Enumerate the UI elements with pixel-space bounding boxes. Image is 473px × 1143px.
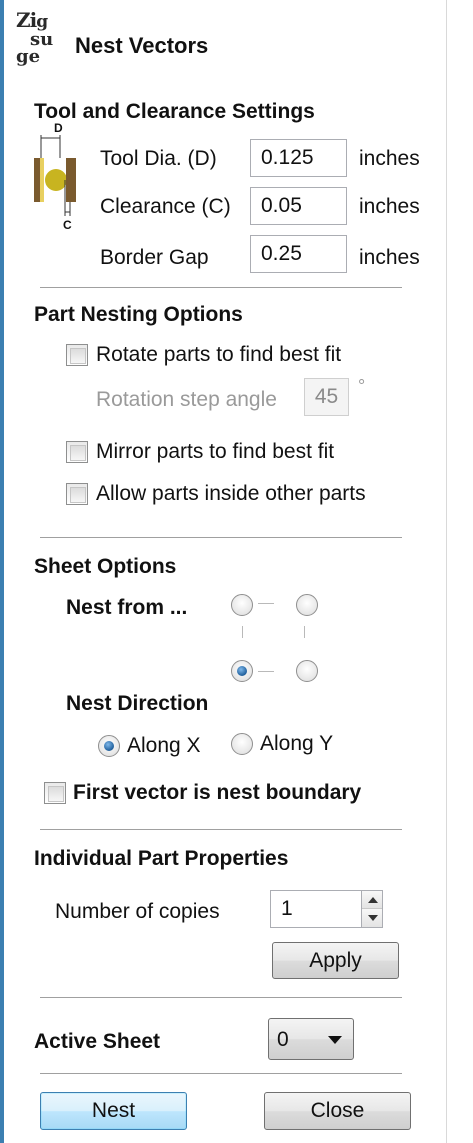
separator (40, 829, 402, 830)
border-gap-input[interactable]: 0.25 (250, 235, 347, 273)
chevron-down-icon (368, 915, 378, 921)
first-vector-checkbox[interactable] (44, 782, 66, 804)
nest-vectors-panel: Zig su ge Nest Vectors Tool and Clearanc… (0, 0, 473, 1143)
clearance-input[interactable]: 0.05 (250, 187, 347, 225)
along-x-radio[interactable] (98, 735, 120, 757)
apply-button[interactable]: Apply (272, 942, 399, 979)
mirror-checkbox[interactable] (66, 441, 88, 463)
nest-from-bottom-right-radio[interactable] (296, 660, 318, 682)
border-gap-unit: inches (359, 246, 420, 269)
nest-from-label: Nest from ... (66, 596, 188, 619)
along-y-radio[interactable] (231, 733, 253, 755)
copies-spinner[interactable] (361, 890, 383, 928)
active-sheet-label: Active Sheet (34, 1030, 161, 1053)
corner-connector (258, 603, 274, 604)
rotation-step-input[interactable]: 45 (304, 378, 349, 416)
window-border (0, 0, 4, 1143)
degree-symbol: ° (358, 376, 366, 396)
along-y-label[interactable]: Along Y (260, 732, 333, 756)
separator (40, 997, 402, 998)
active-sheet-select[interactable]: 0 (268, 1018, 354, 1060)
rotate-checkbox[interactable] (66, 344, 88, 366)
spin-up-button[interactable] (362, 891, 382, 909)
first-vector-label[interactable]: First vector is nest boundary (73, 781, 361, 805)
rotation-step-label: Rotation step angle (96, 388, 277, 411)
border-gap-label: Border Gap (100, 246, 209, 269)
svg-text:D: D (54, 122, 63, 135)
separator (40, 287, 402, 288)
active-sheet-value: 0 (277, 1028, 289, 1051)
part-properties-heading: Individual Part Properties (34, 847, 289, 870)
nest-from-top-right-radio[interactable] (296, 594, 318, 616)
tool-clearance-diagram: D (34, 121, 100, 218)
panel-title: Nest Vectors (75, 33, 209, 58)
allow-inside-checkbox[interactable] (66, 483, 88, 505)
mirror-label[interactable]: Mirror parts to find best fit (96, 440, 334, 464)
nest-from-bottom-left-radio[interactable] (231, 660, 253, 682)
allow-inside-label[interactable]: Allow parts inside other parts (96, 482, 366, 506)
diagram-c-label: C (63, 218, 72, 232)
clearance-unit: inches (359, 195, 420, 218)
tool-diagram-icon: D (34, 121, 76, 216)
spin-down-button[interactable] (362, 909, 382, 927)
chevron-up-icon (368, 897, 378, 903)
panel-divider (446, 0, 447, 1143)
nest-button[interactable]: Nest (40, 1092, 187, 1130)
nest-from-top-left-radio[interactable] (231, 594, 253, 616)
corner-connector (242, 626, 243, 638)
rotate-label[interactable]: Rotate parts to find best fit (96, 343, 341, 367)
separator (40, 537, 402, 538)
nest-direction-label: Nest Direction (66, 692, 209, 715)
corner-connector (258, 671, 274, 672)
tool-dia-input[interactable]: 0.125 (250, 139, 347, 177)
part-nesting-heading: Part Nesting Options (34, 303, 243, 326)
sheet-options-heading: Sheet Options (34, 555, 177, 578)
tool-clearance-heading: Tool and Clearance Settings (34, 100, 315, 123)
zigsu-logo: Zig su ge (16, 8, 54, 67)
corner-connector (304, 626, 305, 638)
close-button[interactable]: Close (264, 1092, 411, 1130)
separator (40, 1073, 402, 1074)
tool-dia-unit: inches (359, 147, 420, 170)
dropdown-arrow-icon (328, 1036, 342, 1044)
clearance-label: Clearance (C) (100, 195, 231, 218)
copies-label: Number of copies (55, 900, 220, 923)
tool-dia-label: Tool Dia. (D) (100, 147, 217, 170)
along-x-label[interactable]: Along X (127, 734, 201, 758)
copies-input[interactable]: 1 (270, 890, 362, 928)
